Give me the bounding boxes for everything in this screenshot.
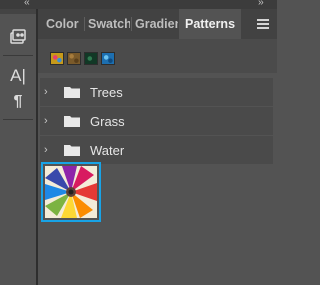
character-tool-icon[interactable]: A| bbox=[6, 65, 30, 87]
libraries-tool-icon[interactable] bbox=[6, 26, 30, 48]
pattern-preset-4[interactable] bbox=[101, 52, 115, 65]
pattern-group-grass[interactable]: › Grass bbox=[40, 107, 273, 135]
group-label: Trees bbox=[90, 84, 123, 100]
pattern-preset-2[interactable] bbox=[67, 52, 81, 65]
tab-color[interactable]: Color bbox=[46, 9, 84, 39]
collapse-left-chevron[interactable]: ‹‹ bbox=[24, 0, 30, 8]
collapse-right-chevron[interactable]: ›› bbox=[258, 0, 264, 8]
paragraph-tool-icon[interactable]: ¶ bbox=[6, 91, 30, 113]
pattern-preset-3[interactable] bbox=[84, 52, 98, 65]
chevron-right-icon[interactable]: › bbox=[44, 86, 60, 98]
tab-separator bbox=[84, 17, 85, 31]
folder-icon bbox=[64, 145, 80, 156]
tab-gradients[interactable]: Gradients bbox=[135, 9, 178, 39]
menu-line bbox=[257, 27, 269, 29]
collapsed-panel-dock: A| ¶ bbox=[0, 9, 36, 285]
selected-pattern-thumbnail[interactable] bbox=[41, 162, 101, 222]
dock-separator bbox=[3, 55, 33, 56]
dock-separator bbox=[3, 119, 33, 120]
pattern-preset-1[interactable] bbox=[50, 52, 64, 65]
group-label: Water bbox=[90, 142, 125, 158]
folder-icon bbox=[64, 87, 80, 98]
folder-icon bbox=[64, 116, 80, 127]
group-label: Grass bbox=[90, 113, 125, 129]
dock-header bbox=[0, 9, 36, 14]
panel-dock-top-strip: ‹‹ ›› bbox=[0, 0, 277, 9]
hamburger-menu-icon[interactable] bbox=[257, 19, 269, 29]
colored-pencils-pattern bbox=[45, 166, 97, 218]
pattern-group-water[interactable]: › Water bbox=[40, 136, 273, 164]
chevron-right-icon[interactable]: › bbox=[44, 144, 60, 156]
tab-patterns[interactable]: Patterns bbox=[179, 9, 241, 39]
chevron-right-icon[interactable]: › bbox=[44, 115, 60, 127]
panel-tab-bar: Color Swatches Gradients Patterns bbox=[38, 9, 277, 39]
patterns-panel: Color Swatches Gradients Patterns › Tree… bbox=[38, 9, 277, 285]
tab-swatches[interactable]: Swatches bbox=[88, 9, 130, 39]
recent-patterns-strip bbox=[38, 39, 277, 73]
libraries-glyph bbox=[10, 29, 26, 44]
menu-line bbox=[257, 23, 269, 25]
tab-separator bbox=[131, 17, 132, 31]
pattern-group-trees[interactable]: › Trees bbox=[40, 78, 273, 106]
menu-line bbox=[257, 19, 269, 21]
